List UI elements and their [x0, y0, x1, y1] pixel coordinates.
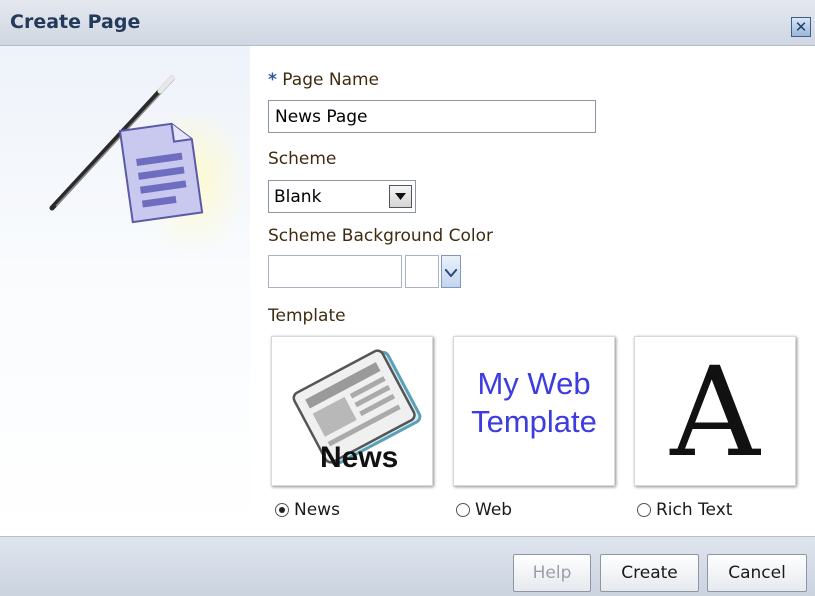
magic-wand-document-icon: [49, 75, 204, 224]
template-radio-news-label: News: [294, 500, 340, 520]
color-swatch[interactable]: [405, 255, 439, 288]
template-tile-news[interactable]: News: [271, 336, 433, 486]
dialog-footer: Help Create Cancel: [0, 536, 815, 596]
required-indicator: *: [268, 70, 277, 90]
page-name-label-text: Page Name: [282, 70, 380, 90]
news-tile-caption: News: [320, 441, 399, 474]
web-tile-line2: Template: [471, 404, 597, 439]
wizard-illustration: [0, 46, 250, 536]
page-name-label: * Page Name: [268, 70, 379, 90]
template-label: Template: [268, 306, 346, 326]
web-tile-line1: My Web: [477, 366, 591, 401]
scheme-select-value: Blank: [274, 187, 322, 207]
close-icon[interactable]: ✕: [791, 17, 811, 37]
radio-button-selected[interactable]: [275, 503, 289, 517]
help-button[interactable]: Help: [513, 554, 591, 592]
dialog-title-bar: Create Page ✕: [0, 0, 815, 46]
color-picker-dropdown-icon[interactable]: [441, 255, 461, 288]
radio-button[interactable]: [637, 503, 651, 517]
scheme-select[interactable]: Blank: [268, 180, 416, 213]
rich-text-tile-caption: A: [670, 341, 760, 485]
page-name-input[interactable]: News Page: [268, 100, 596, 133]
create-button[interactable]: Create: [600, 554, 699, 592]
cancel-button[interactable]: Cancel: [707, 554, 807, 592]
radio-button[interactable]: [456, 503, 470, 517]
template-radio-rich-text-label: Rich Text: [656, 500, 733, 520]
scheme-background-color-label: Scheme Background Color: [268, 226, 494, 246]
chevron-down-icon[interactable]: [389, 185, 412, 208]
scheme-label: Scheme: [268, 149, 337, 169]
template-tile-rich-text[interactable]: A: [634, 336, 796, 486]
web-tile-caption: My Web Template: [454, 365, 614, 441]
dialog-title: Create Page: [10, 11, 141, 33]
create-page-dialog: Create Page ✕ * Page Name News Page Sche…: [0, 0, 815, 596]
template-tile-web[interactable]: My Web Template: [453, 336, 615, 486]
scheme-background-color-input[interactable]: [268, 255, 402, 288]
template-radio-web-label: Web: [475, 500, 513, 520]
